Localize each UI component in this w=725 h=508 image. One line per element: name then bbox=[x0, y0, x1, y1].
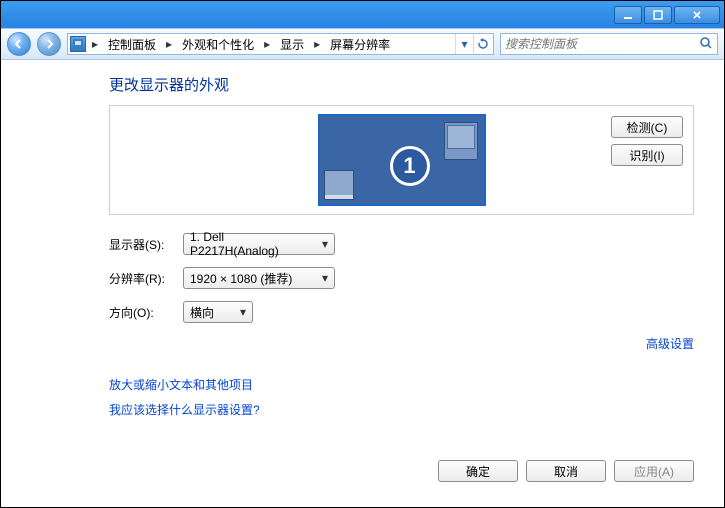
orientation-dropdown[interactable]: 横向 ▾ bbox=[183, 301, 253, 323]
monitor-preview[interactable]: 1 bbox=[318, 114, 486, 206]
breadcrumb-display[interactable]: 显示 bbox=[276, 33, 308, 55]
advanced-row: 高级设置 bbox=[109, 335, 694, 352]
advanced-settings-link[interactable]: 高级设置 bbox=[646, 337, 694, 351]
help-link[interactable]: 我应该选择什么显示器设置? bbox=[109, 401, 694, 418]
resolution-label: 分辨率(R): bbox=[109, 270, 183, 287]
display-value: 1. Dell P2217H(Analog) bbox=[190, 230, 314, 258]
chevron-right-icon: ▸ bbox=[90, 37, 100, 51]
chevron-down-icon: ▾ bbox=[322, 271, 328, 285]
minimize-button[interactable] bbox=[614, 6, 642, 24]
chevron-right-icon: ▸ bbox=[312, 37, 322, 51]
titlebar bbox=[1, 1, 724, 28]
zoom-text-link[interactable]: 放大或缩小文本和其他项目 bbox=[109, 376, 694, 393]
preview-monitor-task bbox=[324, 170, 354, 200]
preview-monitor-number: 1 bbox=[390, 146, 430, 186]
orientation-label: 方向(O): bbox=[109, 304, 183, 321]
resolution-dropdown[interactable]: 1920 × 1080 (推荐) ▾ bbox=[183, 267, 335, 289]
chevron-right-icon: ▸ bbox=[164, 37, 174, 51]
window: ▸ 控制面板 ▸ 外观和个性化 ▸ 显示 ▸ 屏幕分辨率 ▾ 更改显示器的外观 bbox=[0, 0, 725, 508]
help-links: 放大或缩小文本和其他项目 我应该选择什么显示器设置? bbox=[109, 376, 694, 418]
display-label: 显示器(S): bbox=[109, 236, 183, 253]
detect-button[interactable]: 检测(C) bbox=[611, 116, 683, 138]
refresh-button[interactable] bbox=[473, 34, 491, 54]
display-dropdown[interactable]: 1. Dell P2217H(Analog) ▾ bbox=[183, 233, 335, 255]
page-title: 更改显示器的外观 bbox=[109, 74, 694, 95]
breadcrumb-appearance[interactable]: 外观和个性化 bbox=[178, 33, 258, 55]
apply-button[interactable]: 应用(A) bbox=[614, 460, 694, 482]
forward-button[interactable] bbox=[37, 32, 61, 56]
maximize-button[interactable] bbox=[644, 6, 672, 24]
ok-button[interactable]: 确定 bbox=[438, 460, 518, 482]
content: 更改显示器的外观 1 检测(C) 识别(I) 显示器(S): bbox=[1, 60, 724, 507]
resolution-row: 分辨率(R): 1920 × 1080 (推荐) ▾ bbox=[109, 267, 694, 289]
back-button[interactable] bbox=[7, 32, 31, 56]
address-tail: ▾ bbox=[455, 34, 491, 54]
monitor-preview-area: 1 检测(C) 识别(I) bbox=[109, 105, 694, 215]
search-box[interactable] bbox=[500, 33, 718, 55]
resolution-value: 1920 × 1080 (推荐) bbox=[190, 270, 292, 287]
identify-button[interactable]: 识别(I) bbox=[611, 144, 683, 166]
navbar: ▸ 控制面板 ▸ 外观和个性化 ▸ 显示 ▸ 屏幕分辨率 ▾ bbox=[1, 28, 724, 60]
display-row: 显示器(S): 1. Dell P2217H(Analog) ▾ bbox=[109, 233, 694, 255]
control-panel-icon bbox=[70, 36, 86, 52]
footer-buttons: 确定 取消 应用(A) bbox=[438, 460, 694, 482]
close-button[interactable] bbox=[674, 6, 720, 24]
breadcrumb-control-panel[interactable]: 控制面板 bbox=[104, 33, 160, 55]
history-dropdown-button[interactable]: ▾ bbox=[455, 34, 473, 54]
address-bar[interactable]: ▸ 控制面板 ▸ 外观和个性化 ▸ 显示 ▸ 屏幕分辨率 ▾ bbox=[67, 33, 494, 55]
preview-side-buttons: 检测(C) 识别(I) bbox=[611, 116, 683, 166]
orientation-row: 方向(O): 横向 ▾ bbox=[109, 301, 694, 323]
chevron-down-icon: ▾ bbox=[322, 237, 328, 251]
chevron-down-icon: ▾ bbox=[240, 305, 246, 319]
breadcrumb-resolution[interactable]: 屏幕分辨率 bbox=[326, 33, 394, 55]
search-input[interactable] bbox=[505, 37, 699, 51]
settings-form: 显示器(S): 1. Dell P2217H(Analog) ▾ 分辨率(R):… bbox=[109, 233, 694, 323]
chevron-right-icon: ▸ bbox=[262, 37, 272, 51]
cancel-button[interactable]: 取消 bbox=[526, 460, 606, 482]
orientation-value: 横向 bbox=[190, 304, 214, 321]
search-icon[interactable] bbox=[699, 36, 713, 53]
preview-monitor-small bbox=[444, 122, 478, 160]
